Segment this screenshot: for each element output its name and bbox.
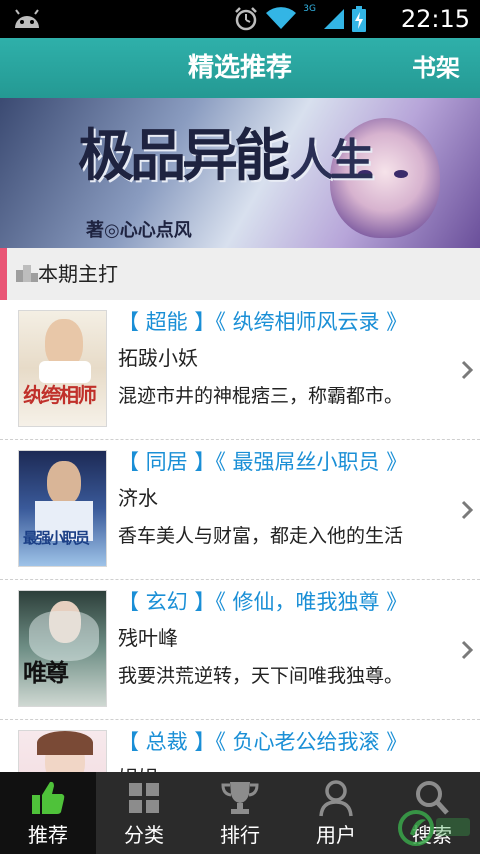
- book-author: 残叶峰: [118, 626, 178, 650]
- book-description: 混迹市井的神棍痞三，称霸都市。: [118, 385, 404, 407]
- signal-icon: [324, 9, 344, 29]
- nav-tab-category[interactable]: 分类: [96, 772, 192, 854]
- user-icon: [319, 780, 353, 817]
- nav-label: 推荐: [28, 823, 68, 847]
- network-type: 3G: [303, 4, 316, 14]
- nav-tab-user[interactable]: 用户: [288, 772, 384, 854]
- book-list[interactable]: 纨绔相师 【 超能 】《 纨绔相师风云录 》 拓跋小妖 混迹市井的神棍痞三，称霸…: [0, 300, 480, 772]
- grid-icon: [129, 783, 159, 813]
- nav-label: 分类: [124, 823, 164, 847]
- book-item[interactable]: 唯尊 【 玄幻 】《 修仙，唯我独尊 》 残叶峰 我要洪荒逆转，天下间唯我独尊。: [0, 580, 480, 720]
- book-item[interactable]: 最强小职员 【 同居 】《 最强屌丝小职员 》 济水 香车美人与财富，都走入他的…: [0, 440, 480, 580]
- book-item[interactable]: 纨绔相师 【 超能 】《 纨绔相师风云录 》 拓跋小妖 混迹市井的神棍痞三，称霸…: [0, 300, 480, 440]
- banner-title: 极品异能人生: [78, 128, 374, 189]
- nav-tab-ranking[interactable]: 排行: [192, 772, 288, 854]
- book-cover-text: 唯尊: [23, 658, 69, 687]
- android-icon: [15, 9, 39, 28]
- chevron-right-icon: [461, 640, 474, 660]
- book-cover: 唯尊: [18, 590, 107, 707]
- book-title: 【 总裁 】《 负心老公给我滚 》: [118, 730, 408, 754]
- banner-title-char: 人生: [290, 135, 374, 186]
- section-title: 本期主打: [38, 262, 118, 286]
- book-cover-text: 最强小职员: [23, 529, 90, 547]
- book-author: 拓跋小妖: [118, 346, 198, 370]
- wifi-icon: [266, 7, 297, 30]
- book-description: 香车美人与财富，都走入他的生活: [118, 525, 404, 547]
- featured-banner[interactable]: 极品异能人生 著◎心心点风: [0, 98, 480, 248]
- status-bar: 3G 22:15: [0, 0, 480, 38]
- section-header: 本期主打: [0, 248, 480, 300]
- banner-eye-right: [394, 170, 408, 178]
- status-time: 22:15: [400, 5, 470, 33]
- book-cover: 纨绔相师: [18, 310, 107, 427]
- banner-author: 著◎心心点风: [86, 220, 192, 241]
- nav-tab-recommend[interactable]: 推荐: [0, 772, 96, 854]
- book-item[interactable]: 【 总裁 】《 负心老公给我滚 》 娟娟: [0, 720, 480, 772]
- trophy-icon: [221, 782, 259, 814]
- alarm-icon: [235, 7, 258, 31]
- battery-icon: [352, 6, 366, 32]
- app-header: 精选推荐 书架: [0, 38, 480, 98]
- bookshelf-button[interactable]: 书架: [412, 38, 460, 98]
- thumbs-up-icon: [32, 781, 65, 814]
- nav-label: 用户: [316, 823, 356, 847]
- book-author: 济水: [118, 486, 158, 510]
- book-title: 【 同居 】《 最强屌丝小职员 》: [118, 450, 408, 474]
- chevron-right-icon: [461, 360, 474, 380]
- book-title: 【 超能 】《 纨绔相师风云录 》: [118, 310, 408, 334]
- page-title: 精选推荐: [187, 53, 292, 83]
- section-accent-bar: [0, 248, 7, 300]
- book-description: 我要洪荒逆转，天下间唯我独尊。: [118, 665, 404, 687]
- book-title: 【 玄幻 】《 修仙，唯我独尊 》: [118, 590, 408, 614]
- podium-icon: [16, 265, 38, 282]
- book-cover: [18, 730, 107, 772]
- book-cover: 最强小职员: [18, 450, 107, 567]
- chevron-right-icon: [461, 500, 474, 520]
- book-author: 娟娟: [118, 760, 158, 772]
- banner-title-main: 极品异能: [78, 123, 290, 189]
- book-cover-text: 纨绔相师: [23, 383, 97, 407]
- nav-label: 排行: [220, 823, 260, 847]
- watermark-logo: [398, 810, 470, 846]
